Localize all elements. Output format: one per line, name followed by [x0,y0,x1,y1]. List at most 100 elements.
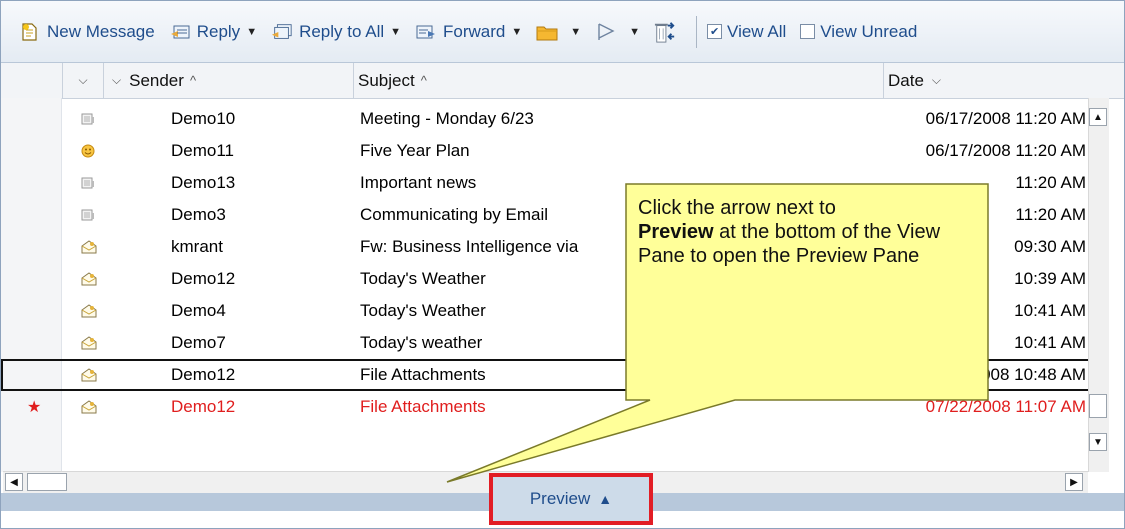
envelope-open-icon [81,391,97,423]
message-subject: Today's Weather [360,301,486,320]
view-all-label: View All [727,21,787,41]
chevron-down-icon[interactable]: ▼ [629,26,640,38]
message-date: 07/22/2008 11:07 AM [925,397,1086,416]
message-sender: Demo13 [171,173,236,192]
header-subject-label: Subject [358,70,415,90]
message-subject: Meeting - Monday 6/23 [360,109,534,128]
column-header-row: ⌵ ⌵ Sender ^ Subject ^ Date ⌵ [1,63,1124,99]
new-message-icon [19,22,41,42]
folder-icon [536,22,558,42]
message-date: 10:39 AM [1014,269,1086,288]
message-date: 07/22/2008 10:48 AM [924,365,1086,384]
header-subject[interactable]: Subject ^ [354,63,884,98]
reply-all-button[interactable]: Reply to All ▼ [271,22,401,42]
message-row[interactable]: Demo11 Five Year Plan 06/17/2008 11:20 AM [1,135,1096,167]
message-subject: Important news [360,173,477,192]
checkbox-empty-icon[interactable] [800,24,816,39]
envelope-open-icon [81,263,97,295]
header-date[interactable]: Date ⌵ [884,63,1124,98]
flag-button[interactable]: ▼ [595,22,640,42]
preview-toggle-button[interactable]: Preview ▲ [489,473,653,525]
meeting-icon [81,199,95,231]
message-sender: Demo7 [171,333,226,352]
message-date: 11:20 AM [1015,205,1086,224]
message-row[interactable]: Demo12 File Attachments 07/22/2008 10:48 A… [1,359,1096,391]
message-date: 06/17/2008 11:20 AM [925,109,1086,128]
toolbar-separator [696,15,698,48]
scroll-left-arrow-icon[interactable]: ◀ [5,473,23,491]
mail-view-pane: New Message Reply ▼ Reply to All ▼ Forwa… [0,0,1125,529]
message-row[interactable]: Demo10 Meeting - Monday 6/23 06/17/2008 11… [1,103,1096,135]
message-subject: File Attachments [360,365,486,384]
star-flag-icon[interactable]: ★ [27,391,41,423]
forward-label: Forward [443,21,506,41]
chevron-down-icon[interactable]: ▼ [246,26,257,38]
message-row[interactable]: Demo3 Communicating by Email 11:20 AM [1,199,1096,231]
message-sender: kmrant [171,237,223,256]
message-subject: Today's weather [360,333,483,352]
chevron-down-icon[interactable]: ⌵ [78,73,87,88]
message-row[interactable]: Demo7 Today's weather 10:41 AM [1,327,1096,359]
message-row[interactable]: ★ Demo12 File Attachments 07/22/2008 11:07 … [1,391,1096,423]
scroll-down-arrow-icon[interactable]: ▼ [1089,433,1107,451]
message-date: 10:41 AM [1014,301,1086,320]
reply-button[interactable]: Reply ▼ [169,22,257,42]
message-date: 10:41 AM [1014,333,1086,352]
message-date: 09:30 AM [1014,237,1086,256]
reply-label: Reply [196,21,241,41]
message-subject: Five Year Plan [360,141,470,160]
expand-up-arrow-icon[interactable]: ▲ [598,491,612,507]
view-unread-toggle[interactable]: View Unread [800,22,917,42]
vertical-scrollbar[interactable]: ▲ ▼ [1088,98,1109,472]
meeting-icon [81,167,95,199]
delete-move-button[interactable] [654,21,682,43]
message-row[interactable]: Demo12 Today's Weather 10:39 AM [1,263,1096,295]
message-sender: Demo11 [171,141,234,160]
envelope-open-icon [81,295,97,327]
move-to-folder-button[interactable]: ▼ [536,22,581,42]
checkbox-checked-icon[interactable]: ✔ [707,24,723,39]
scroll-thumb[interactable] [1089,394,1107,418]
message-sender: Demo4 [171,301,226,320]
message-row[interactable]: Demo4 Today's Weather 10:41 AM [1,295,1096,327]
smiley-icon [81,135,95,167]
scroll-up-arrow-icon[interactable]: ▲ [1089,108,1107,126]
header-flag-column[interactable] [1,63,63,98]
message-subject: Fw: Business Intelligence via [360,237,579,256]
forward-icon [415,22,437,42]
new-message-label: New Message [47,21,155,41]
envelope-open-icon [81,231,97,263]
hscroll-thumb[interactable] [27,473,67,491]
message-date: 11:20 AM [1015,173,1086,192]
header-date-label: Date [888,70,924,90]
chevron-down-icon: ⌵ [931,73,942,87]
reply-icon [169,22,191,42]
message-subject: Today's Weather [360,269,486,288]
chevron-down-icon: ⌵ [112,73,122,87]
message-row[interactable]: kmrant Fw: Business Intelligence via 09:30… [1,231,1096,263]
flag-icon [595,22,617,42]
message-row[interactable]: Demo13 Important news 11:20 AM [1,167,1096,199]
chevron-down-icon[interactable]: ▼ [511,26,522,38]
message-sender: Demo3 [171,205,226,224]
message-subject: Communicating by Email [360,205,549,224]
preview-label: Preview [529,489,591,508]
message-subject: File Attachments [360,397,486,416]
reply-all-label: Reply to All [299,21,385,41]
new-message-button[interactable]: New Message [19,22,155,42]
trash-arrows-icon [654,21,676,43]
view-unread-label: View Unread [820,21,918,41]
chevron-down-icon[interactable]: ▼ [390,26,401,38]
forward-button[interactable]: Forward ▼ [415,22,522,42]
chevron-down-icon[interactable]: ▼ [570,26,581,38]
reply-all-icon [271,22,293,42]
header-group-chevron[interactable]: ⌵ [63,63,104,98]
envelope-open-icon [81,359,97,391]
message-sender: Demo10 [171,109,236,128]
mail-toolbar: New Message Reply ▼ Reply to All ▼ Forwa… [1,1,1124,63]
message-sender: Demo12 [171,365,236,384]
view-all-toggle[interactable]: ✔ View All [707,22,786,42]
header-sender[interactable]: ⌵ Sender ^ [104,63,354,98]
scroll-right-arrow-icon[interactable]: ▶ [1065,473,1083,491]
meeting-icon [81,103,95,135]
